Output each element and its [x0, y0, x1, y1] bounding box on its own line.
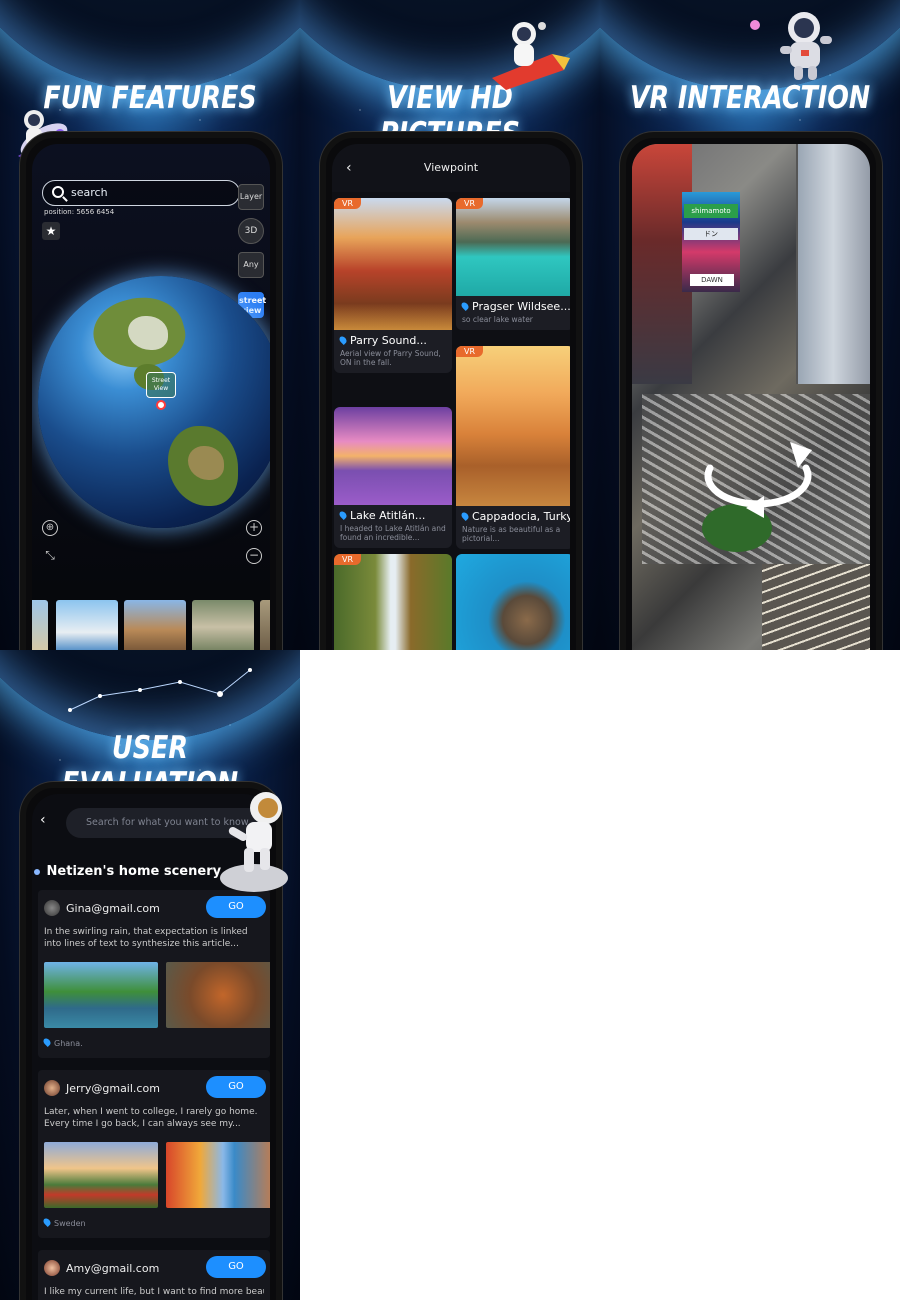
planet-icon — [750, 20, 760, 30]
go-button[interactable]: GO — [206, 1256, 266, 1278]
post-location: Ghana. — [44, 1038, 83, 1048]
post-text: I like my current life, but I want to fi… — [44, 1287, 264, 1297]
go-button[interactable]: GO — [206, 896, 266, 918]
location-pin-icon — [156, 400, 166, 410]
favorite-star-icon[interactable]: ★ — [42, 222, 60, 240]
panel-user-evaluation: USER EVALUATION ‹ Search for what you wa… — [0, 650, 300, 1300]
post-photo[interactable] — [166, 1142, 270, 1208]
globe[interactable]: Street View — [38, 276, 270, 528]
vr-badge: VR — [334, 554, 362, 565]
vr-street-view[interactable]: shimamoto ドン DAWN — [632, 144, 870, 650]
viewpoint-card[interactable]: VR Parry Sound... Aerial view of Parry S… — [334, 198, 452, 373]
post-text: In the swirling rain, that expectation i… — [44, 927, 248, 949]
phone-frame: ‹ Viewpoint VR Parry Sound... Aerial vie… — [320, 132, 582, 650]
post-photo[interactable] — [166, 962, 270, 1028]
post-location: Sweden — [44, 1218, 86, 1228]
vr-badge: VR — [456, 198, 484, 209]
locate-icon[interactable]: ⊕ — [42, 520, 58, 536]
shop-sign: ドン — [684, 228, 738, 240]
shop-sign: shimamoto — [684, 204, 738, 218]
user-email: Amy@gmail.com — [66, 1262, 160, 1275]
layer-button[interactable]: Layer — [238, 184, 264, 210]
position-value: 5656 6454 — [76, 208, 115, 216]
landmark-thumb[interactable] — [32, 600, 48, 650]
card-desc: so clear lake water — [462, 315, 533, 324]
viewpoint-card[interactable]: VR Cappadocia, Turky Nature is as beauti… — [456, 346, 570, 549]
user-email: Jerry@gmail.com — [66, 1082, 160, 1095]
section-title: Netizen's home scenery — [46, 864, 222, 879]
bullet-icon — [34, 868, 40, 875]
constellation-icon — [68, 668, 252, 712]
zoom-out-icon[interactable]: − — [246, 548, 262, 564]
collapse-icon[interactable]: ⤡ — [42, 548, 58, 564]
card-desc: Aerial view of Parry Sound, ON in the fa… — [340, 349, 441, 367]
zoom-in-icon[interactable]: + — [246, 520, 262, 536]
3d-button[interactable]: 3D — [238, 218, 264, 244]
landmark-thumb[interactable] — [56, 600, 118, 650]
post-card: Gina@gmail.com GO In the swirling rain, … — [38, 890, 270, 1058]
viewpoint-header: ‹ Viewpoint — [332, 144, 570, 192]
card-title: Pragser Wildsee... — [456, 296, 570, 313]
post-card: Amy@gmail.com GO I like my current life,… — [38, 1250, 270, 1300]
street-view-marker[interactable]: Street View — [146, 372, 176, 398]
card-title: Cappadocia, Turky — [456, 506, 570, 523]
vr-badge: VR — [456, 346, 484, 357]
astronaut-icon — [780, 12, 832, 80]
viewpoint-card[interactable]: Lake Atitlán... I headed to Lake Atitlán… — [334, 407, 452, 548]
panel-view-hd-pictures: VIEW HD PICTURES ‹ Viewpoint VR Parry So… — [300, 0, 600, 650]
astronaut-rocket-icon — [492, 22, 570, 90]
shop-sign: DAWN — [690, 274, 734, 286]
card-title: Parry Sound... — [334, 330, 452, 347]
phone-frame: search position: 5656 6454 ★ Layer 3D An… — [20, 132, 282, 650]
post-photo[interactable] — [44, 962, 158, 1028]
back-icon[interactable]: ‹ — [40, 812, 46, 828]
any-button[interactable]: Any — [238, 252, 264, 278]
back-icon[interactable]: ‹ — [346, 144, 352, 192]
avatar — [44, 1080, 60, 1096]
post-text: Later, when I went to college, I rarely … — [44, 1107, 258, 1129]
landmark-thumb[interactable] — [124, 600, 186, 650]
vr-badge: VR — [334, 198, 362, 209]
panel-fun-features: FUN FEATURES search position: 5656 6454 … — [0, 0, 300, 650]
avatar — [44, 1260, 60, 1276]
landmark-thumb[interactable] — [260, 600, 270, 650]
astronaut-moon-icon — [220, 792, 288, 892]
post-card: Jerry@gmail.com GO Later, when I went to… — [38, 1070, 270, 1238]
search-input[interactable]: search — [42, 180, 240, 206]
page-title: Viewpoint — [423, 161, 479, 174]
position-label: position: — [44, 208, 75, 216]
landmark-carousel[interactable] — [32, 600, 270, 650]
go-button[interactable]: GO — [206, 1076, 266, 1098]
phone-frame: shimamoto ドン DAWN — [620, 132, 882, 650]
viewpoint-card[interactable]: VR Pragser Wildsee... so clear lake wate… — [456, 198, 570, 330]
landmark-thumb[interactable] — [192, 600, 254, 650]
panel-vr-interaction: VR INTERACTION shimamoto ドン DAWN — [600, 0, 900, 650]
viewpoint-card[interactable]: VR — [334, 554, 452, 650]
viewpoint-card[interactable] — [456, 554, 570, 650]
card-desc: I headed to Lake Atitlán and found an in… — [340, 524, 446, 542]
user-email: Gina@gmail.com — [66, 902, 160, 915]
card-title: Lake Atitlán... — [334, 505, 452, 522]
search-icon — [52, 186, 64, 198]
post-photo[interactable] — [44, 1142, 158, 1208]
rotate-360-icon[interactable] — [688, 428, 828, 518]
card-desc: Nature is as beautiful as a pictorial... — [462, 525, 561, 543]
avatar — [44, 900, 60, 916]
